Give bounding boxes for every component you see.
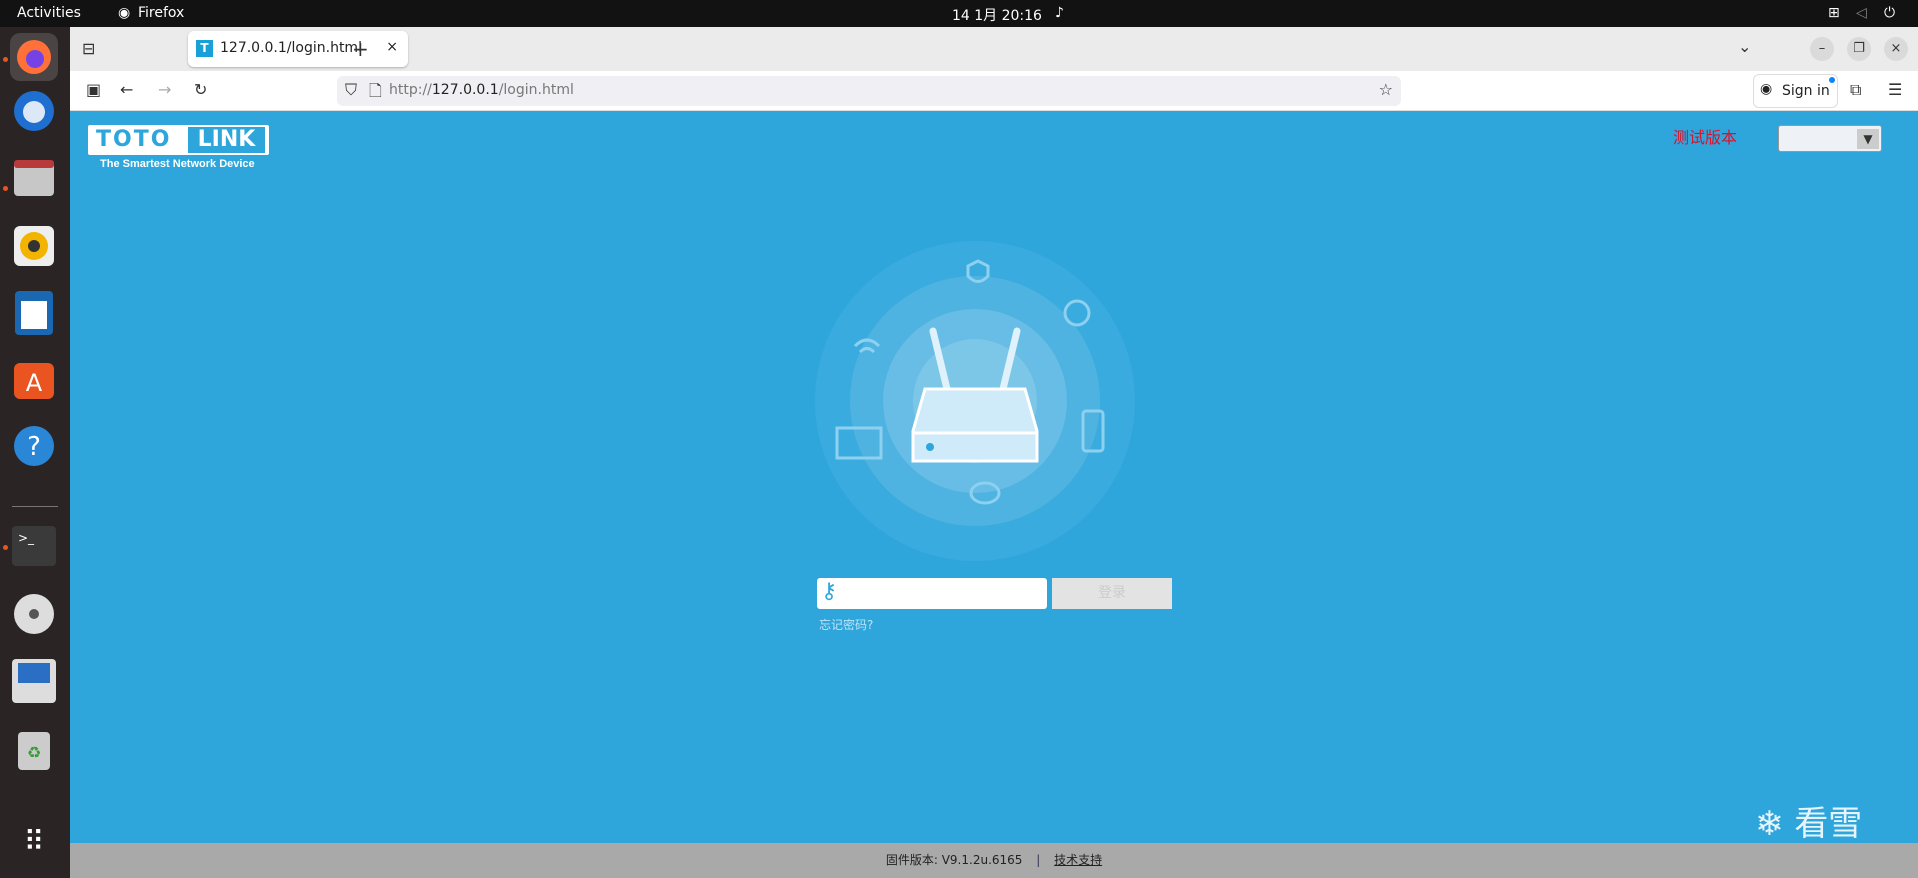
- menu-icon[interactable]: ☰: [1888, 80, 1902, 99]
- url-bar[interactable]: ⛉ 🗋 http://127.0.0.1/login.html ☆: [337, 76, 1401, 106]
- account-icon: ◉: [1760, 81, 1773, 97]
- dock-save[interactable]: [10, 657, 58, 705]
- clock[interactable]: 14 1月 20:16: [952, 5, 1042, 25]
- dock-trash[interactable]: ♻: [10, 724, 58, 772]
- firefox-icon: ◉: [118, 5, 131, 21]
- dock-firefox[interactable]: [10, 33, 58, 81]
- totolink-logo: TOTO LINK The Smartest Network Device: [88, 125, 269, 170]
- watermark: ❄ 看雪: [1755, 804, 1863, 844]
- url-path: /login.html: [498, 82, 574, 98]
- tab-title: 127.0.0.1/login.html: [220, 40, 362, 56]
- extensions-icon[interactable]: ⧉: [1850, 80, 1861, 100]
- svg-text:♻: ♻: [27, 743, 41, 762]
- app-menu[interactable]: Firefox: [138, 5, 184, 21]
- firmware-version: 固件版本: V9.1.2u.6165: [885, 853, 1023, 867]
- dock-rhythmbox[interactable]: [10, 222, 58, 270]
- tab-close-icon[interactable]: ×: [386, 39, 398, 55]
- minimize-button[interactable]: –: [1810, 37, 1834, 61]
- back-icon[interactable]: ←: [120, 80, 133, 99]
- network-icon[interactable]: ⊞: [1828, 5, 1840, 21]
- forward-icon[interactable]: →: [158, 80, 171, 99]
- dock: A ? >_ ♻ ⠿: [0, 27, 70, 878]
- tab-favicon-icon: T: [196, 40, 213, 57]
- forgot-password-link[interactable]: 忘记密码?: [819, 616, 873, 633]
- page-icon: 🗋: [369, 81, 382, 100]
- svg-text:>_: >_: [18, 531, 35, 545]
- dock-disc[interactable]: [10, 590, 58, 638]
- tab-login[interactable]: T 127.0.0.1/login.html ×: [188, 31, 408, 67]
- snowflake-icon: ❄: [1755, 804, 1784, 844]
- url-prefix: http://: [389, 82, 432, 98]
- close-window-button[interactable]: ×: [1884, 37, 1908, 61]
- dock-terminal[interactable]: >_: [10, 522, 58, 570]
- support-link[interactable]: 技术支持: [1054, 853, 1102, 867]
- mute-icon[interactable]: ◁: [1856, 5, 1867, 21]
- system-top-bar: Activities ◉ Firefox 14 1月 20:16 ♪ ⊞ ◁ ⏻: [0, 0, 1918, 27]
- shield-icon[interactable]: ⛉: [345, 80, 357, 100]
- bell-icon[interactable]: ♪: [1055, 5, 1064, 21]
- login-page: TOTO LINK The Smartest Network Device 测试…: [70, 111, 1918, 844]
- svg-text:?: ?: [27, 432, 41, 462]
- activities-button[interactable]: Activities: [17, 5, 81, 21]
- key-icon: ⚷: [821, 579, 838, 604]
- dock-files[interactable]: [10, 154, 58, 202]
- reload-icon[interactable]: ↻: [194, 80, 207, 99]
- sign-in-button[interactable]: ◉ Sign in: [1753, 74, 1838, 108]
- dock-help[interactable]: ?: [10, 422, 58, 470]
- power-icon[interactable]: ⏻: [1884, 5, 1895, 21]
- dock-app-center[interactable]: A: [10, 355, 58, 403]
- test-version-label: 测试版本: [1673, 128, 1738, 147]
- password-input[interactable]: ⚷: [817, 578, 1047, 609]
- list-all-tabs-icon[interactable]: ⌄: [1738, 37, 1751, 56]
- chevron-down-icon: ▼: [1857, 129, 1879, 149]
- router-illustration: [815, 241, 1135, 561]
- show-apps-icon[interactable]: ⠿: [10, 817, 58, 865]
- dock-thunderbird[interactable]: [10, 87, 58, 135]
- svg-text:A: A: [26, 369, 43, 397]
- tab-list-icon[interactable]: ⊟: [82, 39, 95, 58]
- footer: 固件版本: V9.1.2u.6165 | 技术支持: [70, 843, 1918, 878]
- url-host: 127.0.0.1: [431, 82, 499, 98]
- login-button[interactable]: 登录: [1052, 578, 1172, 609]
- dock-writer[interactable]: [10, 289, 58, 337]
- tab-bar: ⊟ T 127.0.0.1/login.html × + ⌄ – ❐ ×: [70, 27, 1918, 71]
- sidebar-icon[interactable]: ▣: [86, 80, 101, 99]
- restore-button[interactable]: ❐: [1847, 37, 1871, 61]
- bookmark-star-icon[interactable]: ☆: [1379, 80, 1393, 99]
- nav-bar: ▣ ← → ↻ ⛉ 🗋 http://127.0.0.1/login.html …: [70, 71, 1918, 111]
- new-tab-icon[interactable]: +: [352, 37, 369, 61]
- language-select[interactable]: ▼: [1778, 125, 1882, 152]
